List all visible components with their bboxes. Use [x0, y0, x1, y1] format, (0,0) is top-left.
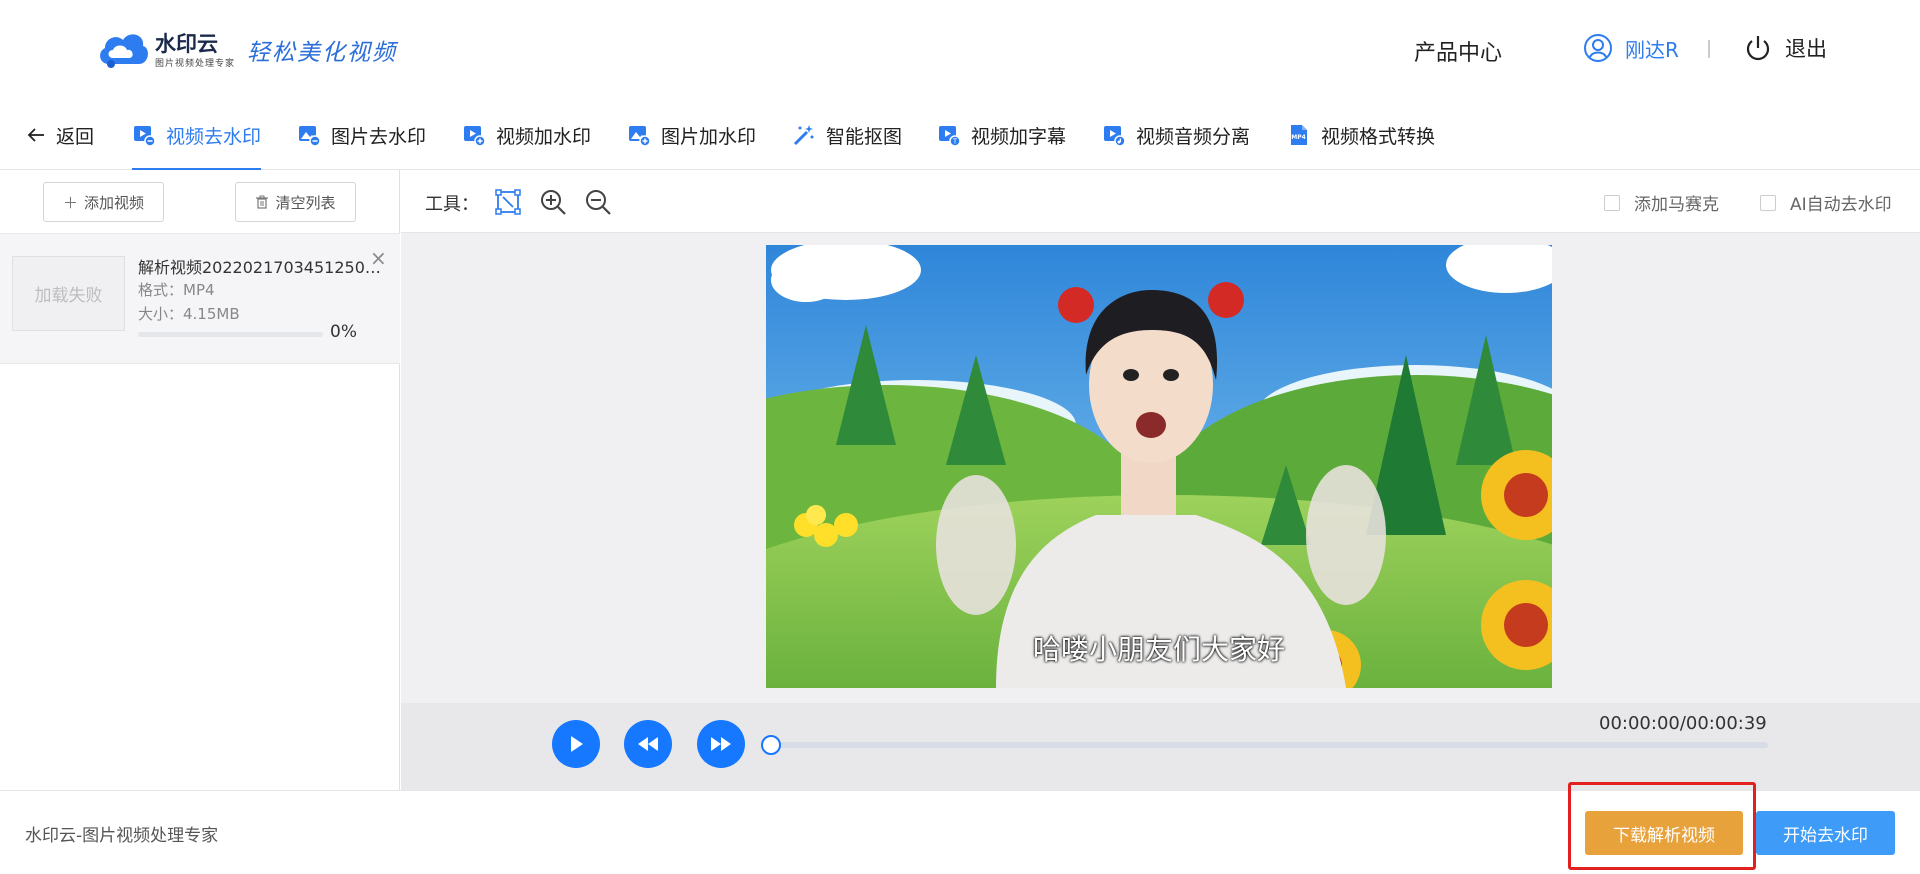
checkbox-box	[1604, 194, 1620, 211]
tab-smart-cutout[interactable]: 智能抠图	[792, 100, 902, 170]
add-video-button[interactable]: ＋ 添加视频	[43, 182, 164, 222]
mosaic-label: 添加马赛克	[1634, 195, 1719, 215]
cloud-logo-icon	[100, 34, 148, 68]
tab-label: 视频去水印	[166, 125, 262, 148]
remove-file-button[interactable]: ×	[370, 246, 387, 270]
fast-forward-button[interactable]	[697, 720, 745, 768]
tab-label: 视频格式转换	[1321, 125, 1436, 148]
mosaic-checkbox[interactable]: 添加马赛克	[1604, 190, 1719, 215]
user-icon	[1584, 34, 1612, 62]
checkbox-box	[1760, 194, 1776, 211]
video-add-icon	[464, 126, 486, 147]
video-remove-icon	[134, 126, 156, 147]
video-subtitle-icon: T	[939, 126, 961, 147]
user-menu[interactable]: 刚达R	[1583, 33, 1679, 63]
tab-label: 图片去水印	[331, 125, 427, 148]
logo-text: 水印云 图片视频处理专家	[155, 32, 235, 69]
zoom-out-icon[interactable]	[584, 188, 612, 216]
tab-video-add-watermark[interactable]: 视频加水印	[462, 100, 591, 170]
plus-icon: ＋	[62, 193, 78, 212]
file-progress-bar	[138, 332, 323, 337]
file-name: 解析视频20220217034512508...	[138, 258, 383, 277]
file-format: 格式：MP4	[138, 281, 215, 299]
logo[interactable]: 水印云 图片视频处理专家 轻松美化视频	[95, 28, 397, 72]
footer-text: 水印云-图片视频处理专家	[25, 826, 219, 846]
magic-wand-icon	[793, 125, 814, 146]
back-label: 返回	[56, 125, 95, 148]
file-list-item[interactable]: 加载失败 解析视频20220217034512508... × 格式：MP4 大…	[0, 234, 400, 364]
tab-video-format-convert[interactable]: MP4 视频格式转换	[1287, 100, 1435, 170]
product-center-link[interactable]: 产品中心	[1414, 35, 1502, 67]
header-divider	[1708, 40, 1710, 58]
video-audio-icon	[1104, 126, 1126, 147]
logout-button[interactable]: 退出	[1743, 33, 1827, 63]
tab-video-audio-split[interactable]: 视频音频分离	[1102, 100, 1250, 170]
logo-slogan: 轻松美化视频	[247, 40, 398, 66]
seek-handle[interactable]	[761, 735, 781, 755]
file-size: 大小：4.15MB	[138, 305, 240, 323]
username: 刚达R	[1625, 37, 1679, 62]
select-area-icon[interactable]	[494, 188, 522, 216]
fast-forward-icon	[711, 737, 731, 751]
rewind-icon	[638, 737, 658, 751]
highlight-box	[1568, 782, 1756, 870]
tab-video-subtitle[interactable]: T 视频加字幕	[937, 100, 1066, 170]
tab-video-remove-watermark[interactable]: 视频去水印	[132, 100, 262, 170]
video-scene-image	[766, 245, 1552, 688]
video-preview-area: 哈喽小朋友们大家好	[401, 233, 1920, 703]
tools-label: 工具：	[425, 194, 479, 215]
zoom-in-icon[interactable]	[539, 188, 567, 216]
image-add-icon	[629, 126, 651, 147]
tab-image-add-watermark[interactable]: 图片加水印	[627, 100, 756, 170]
file-progress-text: 0%	[330, 322, 357, 342]
logout-label: 退出	[1785, 37, 1827, 61]
video-frame[interactable]: 哈喽小朋友们大家好	[766, 245, 1552, 688]
tab-image-remove-watermark[interactable]: 图片去水印	[297, 100, 426, 170]
play-icon	[571, 736, 583, 752]
editor-toolbar: 工具： 添加马赛克 AI自动去水印	[401, 170, 1920, 233]
playback-time: 00:00:00/00:00:39	[1599, 713, 1767, 734]
add-video-label: 添加视频	[84, 193, 145, 212]
tab-label: 智能抠图	[826, 125, 903, 148]
clear-list-button[interactable]: 清空列表	[235, 182, 356, 222]
trash-icon	[256, 195, 269, 209]
tab-label: 视频音频分离	[1136, 125, 1251, 148]
tab-label: 视频加水印	[496, 125, 592, 148]
top-header: 水印云 图片视频处理专家 轻松美化视频 产品中心 刚达R 退出	[0, 0, 1920, 100]
file-thumbnail: 加载失败	[12, 256, 125, 331]
rewind-button[interactable]	[624, 720, 672, 768]
mp4-file-icon: MP4	[1291, 125, 1307, 145]
play-button[interactable]	[552, 720, 600, 768]
video-player-controls: 00:00:00/00:00:39	[401, 703, 1920, 790]
tool-tabs: 返回 视频去水印 图片去水印 视频加水印 图片加水印 智能抠图 T 视频加字幕 …	[0, 100, 1920, 170]
image-remove-icon	[299, 126, 321, 147]
svg-text:MP4: MP4	[1291, 134, 1306, 141]
clear-list-label: 清空列表	[275, 193, 336, 212]
power-icon	[1746, 36, 1770, 61]
arrow-left-icon	[27, 128, 44, 142]
logo-name: 水印云	[155, 31, 218, 56]
start-remove-watermark-button[interactable]: 开始去水印	[1756, 811, 1895, 855]
video-subtitle-caption: 哈喽小朋友们大家好	[1032, 633, 1285, 666]
file-list-panel: ＋ 添加视频 清空列表 加载失败 解析视频20220217034512508..…	[0, 170, 400, 790]
ai-auto-remove-checkbox[interactable]: AI自动去水印	[1760, 190, 1892, 215]
back-button[interactable]: 返回	[26, 100, 94, 170]
tab-label: 图片加水印	[661, 125, 757, 148]
svg-text:T: T	[952, 138, 958, 146]
seek-bar[interactable]	[767, 742, 1768, 748]
logo-subtitle: 图片视频处理专家	[155, 58, 236, 69]
tab-label: 视频加字幕	[971, 125, 1067, 148]
ai-remove-label: AI自动去水印	[1790, 195, 1892, 215]
